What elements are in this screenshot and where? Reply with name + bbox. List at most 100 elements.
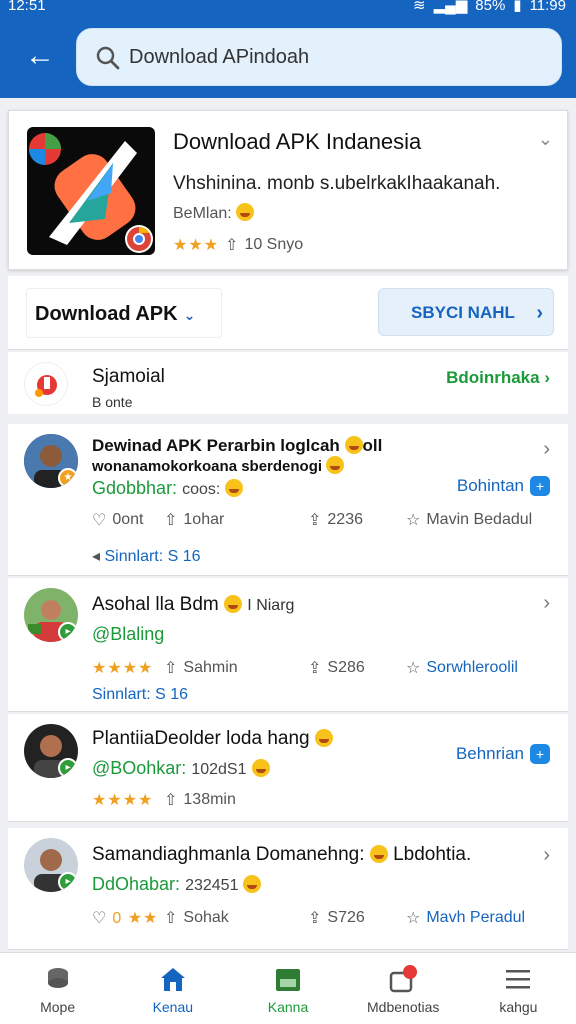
like-action[interactable]: ♡ 0 ★★ bbox=[92, 908, 158, 928]
post-title: Samandiaghmanla Domanehng: Lbdohtia. bbox=[92, 844, 471, 866]
smile-emoji-icon bbox=[314, 729, 333, 747]
follow-button[interactable]: Behnrian + bbox=[456, 744, 550, 764]
subscribe-label: SBYCI NAHL bbox=[411, 303, 515, 322]
smile-emoji-icon bbox=[225, 479, 244, 497]
bottom-nav: Mope Kenau Kanna Mdbenotias kahgu bbox=[0, 952, 576, 1024]
post-handle-tail: 102dS1 bbox=[191, 761, 247, 778]
avatar[interactable]: ▸ bbox=[24, 588, 78, 642]
post-handle-tail: coos: bbox=[182, 481, 221, 498]
chevron-right-icon[interactable]: › bbox=[543, 438, 550, 461]
star-rating-icon: ★★★ bbox=[173, 237, 220, 254]
avatar[interactable]: ▸ bbox=[24, 724, 78, 778]
star-label: Sorwhleroolil bbox=[426, 659, 518, 676]
post-title-tail: Lbdohtia. bbox=[393, 844, 472, 865]
follow-label: Bohintan bbox=[456, 476, 524, 495]
status-time: 12:51 bbox=[8, 0, 46, 14]
share-icon: ⇧ bbox=[164, 910, 178, 927]
app-bar: ← Download APindoah bbox=[0, 16, 576, 98]
suggestion-link[interactable]: Bdoinrhaka › bbox=[446, 368, 550, 388]
nav-item-kanna[interactable]: Kanna bbox=[230, 953, 345, 1024]
post-title: PlantiiaDeolder loda hang bbox=[92, 728, 333, 750]
star-action[interactable]: ☆ Sorwhleroolil bbox=[406, 658, 518, 678]
share-label: Sohak bbox=[183, 909, 229, 926]
follow-button[interactable]: Bohintan + bbox=[457, 476, 550, 496]
share-label: 138min bbox=[183, 791, 236, 808]
like-stars: 0 ★★ bbox=[112, 910, 159, 927]
post-handle-text: Gdobbhar: bbox=[92, 478, 178, 498]
like-action[interactable]: ♡ 0ont bbox=[92, 510, 143, 530]
suggestion-subtitle: B onte bbox=[92, 394, 133, 410]
nav-item-notifications[interactable]: Mdbenotias bbox=[346, 953, 461, 1024]
back-arrow-icon[interactable]: ← bbox=[22, 38, 58, 74]
thumb-up-icon: ⇪ bbox=[308, 910, 322, 927]
suggestion-row[interactable]: Sjamoial B onte Bdoinrhaka › bbox=[8, 352, 568, 414]
avatar[interactable]: ▸ bbox=[24, 838, 78, 892]
post-handle[interactable]: @BOohkar: 102dS1 bbox=[92, 758, 270, 779]
share-action[interactable]: ⇧ Sohak bbox=[164, 908, 229, 928]
star-action[interactable]: ☆ Mavh Peradul bbox=[406, 908, 525, 928]
subscribe-button[interactable]: SBYCI NAHL › bbox=[378, 288, 554, 336]
feed-post[interactable]: ▸ Samandiaghmanla Domanehng: Lbdohtia. ›… bbox=[8, 828, 568, 950]
status-bar: 12:51 ≋ ▂▄▆ 85% ▮ 11:99 bbox=[0, 0, 576, 16]
nav-item-mope[interactable]: Mope bbox=[0, 953, 115, 1024]
rating-action: ★★★★ bbox=[92, 658, 153, 678]
chevron-down-icon[interactable]: ⌄ bbox=[538, 129, 553, 150]
star-label: Mavh Peradul bbox=[426, 909, 526, 926]
star-outline-icon: ☆ bbox=[406, 910, 421, 927]
post-handle[interactable]: DdOhabar: 232451 bbox=[92, 874, 262, 895]
post-title-text: Asohal lla Bdm bbox=[92, 594, 219, 615]
chevron-right-icon: › bbox=[536, 302, 543, 324]
app-meta: BeMlan: bbox=[173, 203, 255, 223]
nav-label: Kenau bbox=[152, 999, 194, 1015]
post-handle[interactable]: Gdobbhar: coos: bbox=[92, 478, 244, 499]
post-handle-tail: 232451 bbox=[185, 877, 239, 894]
search-bar[interactable]: Download APindoah bbox=[76, 28, 562, 86]
shield-icon bbox=[24, 362, 68, 406]
action-row: Download APK ⌄ SBYCI NAHL › bbox=[8, 276, 568, 350]
post-handle-text: DdOhabar: bbox=[92, 874, 181, 894]
star-rating-icon: ★★★★ bbox=[92, 792, 154, 809]
share-action[interactable]: ⇧ Sahmin bbox=[164, 658, 238, 678]
star-action[interactable]: ☆ Mavin Bedadul bbox=[406, 510, 532, 530]
post-title-text: Dewinad APK Perarbin loglcah bbox=[92, 436, 340, 455]
post-footer: ◂ Sinnlart: S 16 bbox=[92, 546, 201, 566]
status-clock: 11:99 bbox=[529, 0, 566, 14]
reply-icon: ◂ bbox=[92, 548, 101, 565]
chevron-right-icon[interactable]: › bbox=[543, 592, 550, 615]
post-footer-text: Sinnlart: S 16 bbox=[104, 548, 201, 565]
feed-post[interactable]: ★ Dewinad APK Perarbin loglcah oll wonan… bbox=[8, 424, 568, 576]
thumb-action[interactable]: ⇪ 2236 bbox=[308, 510, 363, 530]
heart-icon: ♡ bbox=[92, 910, 107, 927]
thumb-action[interactable]: ⇪ S726 bbox=[308, 908, 365, 928]
home-icon bbox=[160, 968, 185, 991]
star-label: Mavin Bedadul bbox=[426, 511, 533, 528]
share-label: Sahmin bbox=[183, 659, 238, 676]
smile-emoji-icon bbox=[243, 875, 262, 893]
nav-item-kenau[interactable]: Kenau bbox=[115, 953, 230, 1024]
feed-post[interactable]: ▸ PlantiiaDeolder loda hang @BOohkar: 10… bbox=[8, 714, 568, 822]
post-title: Dewinad APK Perarbin loglcah oll bbox=[92, 436, 382, 456]
share-label: 1ohar bbox=[183, 511, 225, 528]
thumb-action[interactable]: ⇪ S286 bbox=[308, 658, 365, 678]
search-input[interactable]: Download APindoah bbox=[129, 46, 309, 69]
nav-item-menu[interactable]: kahgu bbox=[461, 953, 576, 1024]
app-card[interactable]: Download APK Indanesia ⌄ Vhshinina. monb… bbox=[8, 110, 568, 270]
dropdown-label: Download APK bbox=[35, 303, 178, 325]
avatar[interactable]: ★ bbox=[24, 434, 78, 488]
chevron-right-icon[interactable]: › bbox=[543, 844, 550, 867]
status-right: ≋ ▂▄▆ 85% ▮ 11:99 bbox=[413, 0, 566, 14]
share-action[interactable]: ⇧ 138min bbox=[164, 790, 236, 810]
download-apk-dropdown[interactable]: Download APK ⌄ bbox=[26, 288, 222, 338]
thumb-up-icon: ⇪ bbox=[308, 660, 322, 677]
app-rating: ★★★ ⇧ 10 Snyo bbox=[173, 235, 303, 255]
badge-icon: ▸ bbox=[58, 622, 78, 642]
heart-icon: ♡ bbox=[92, 512, 107, 529]
feed-post[interactable]: ▸ Asohal lla Bdm I Niarg › @Blaling ★★★★… bbox=[8, 578, 568, 712]
share-action[interactable]: ⇧ 1ohar bbox=[164, 510, 224, 530]
thumb-count: S726 bbox=[327, 909, 365, 926]
plus-icon: + bbox=[530, 744, 550, 764]
star-outline-icon: ☆ bbox=[406, 660, 421, 677]
smile-emoji-icon bbox=[236, 203, 255, 221]
post-handle[interactable]: @Blaling bbox=[92, 624, 164, 645]
stack-icon bbox=[47, 968, 68, 988]
